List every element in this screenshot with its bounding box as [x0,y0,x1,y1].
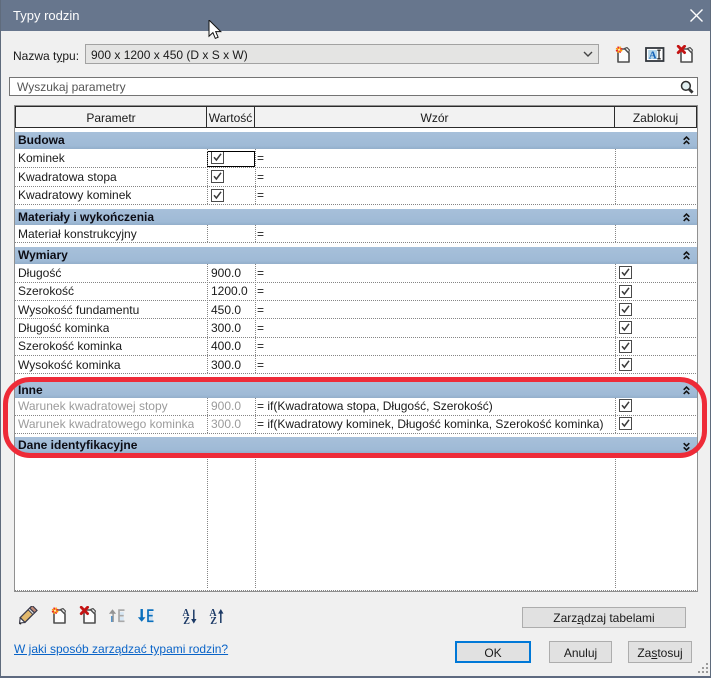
svg-text:A: A [649,49,657,61]
svg-text:Z: Z [210,616,217,626]
svg-text:Z: Z [183,616,190,626]
